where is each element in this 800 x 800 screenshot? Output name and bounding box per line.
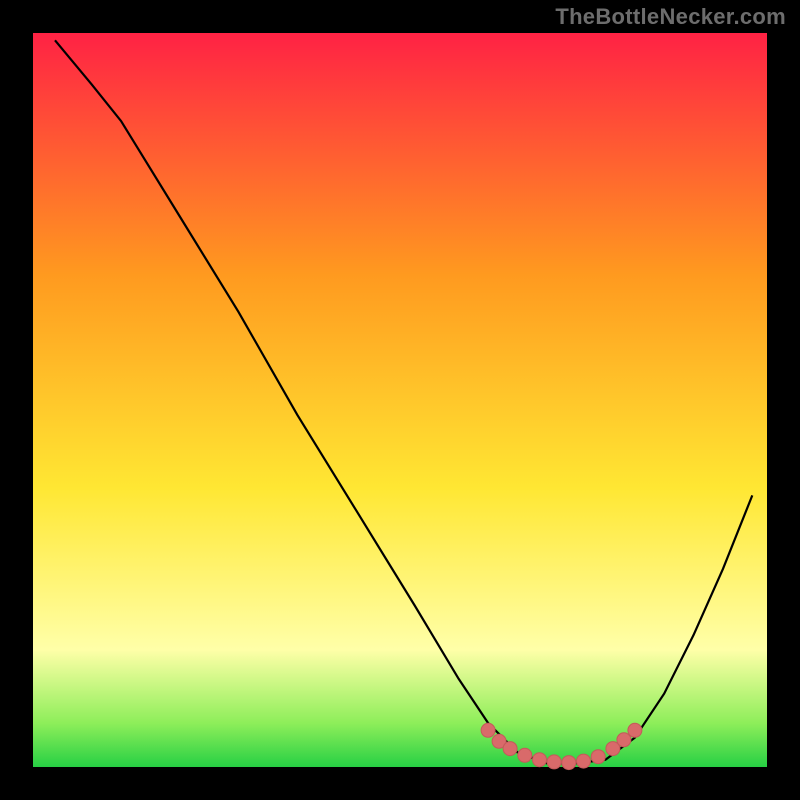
marker-dot — [562, 756, 576, 770]
marker-dot — [547, 755, 561, 769]
marker-dot — [617, 733, 631, 747]
marker-dot — [577, 754, 591, 768]
marker-dot — [503, 742, 517, 756]
marker-dot — [533, 753, 547, 767]
marker-dot — [591, 750, 605, 764]
marker-dot — [481, 723, 495, 737]
plot-area — [33, 33, 767, 767]
marker-dot — [518, 748, 532, 762]
bottleneck-chart — [0, 0, 800, 800]
watermark-text: TheBottleNecker.com — [555, 4, 786, 30]
marker-dot — [628, 723, 642, 737]
chart-frame: { "watermark": "TheBottleNecker.com", "c… — [0, 0, 800, 800]
